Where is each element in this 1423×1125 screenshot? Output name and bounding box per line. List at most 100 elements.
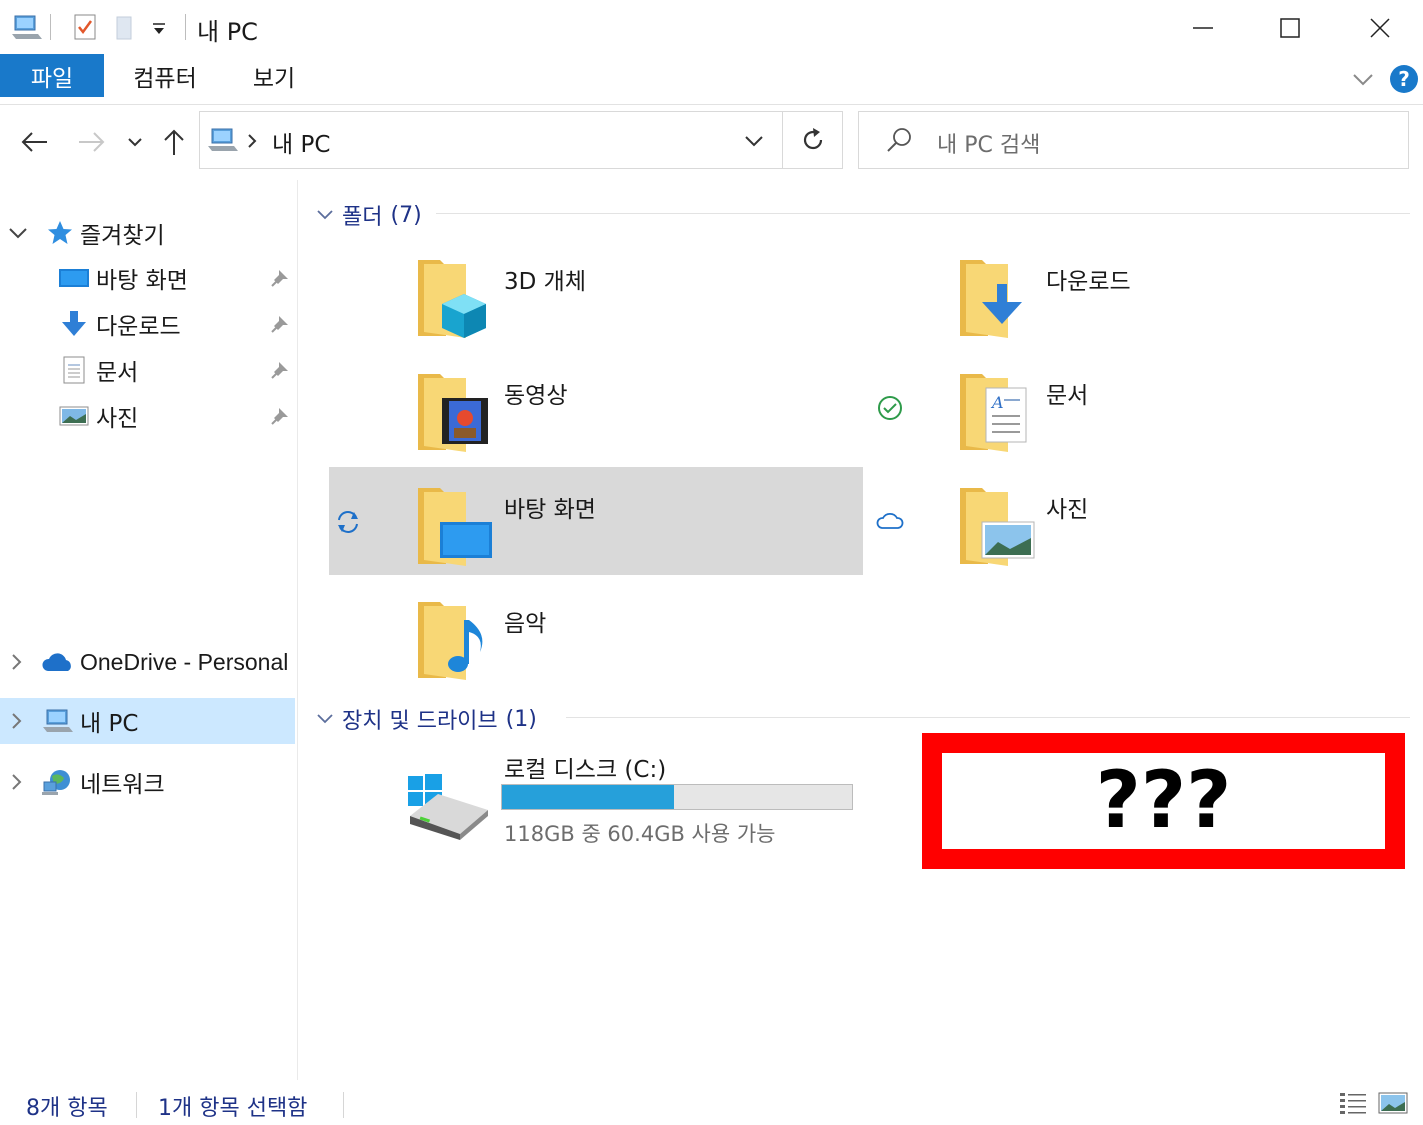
chevron-right-icon[interactable] — [10, 653, 24, 671]
title-bar: 내 PC — [0, 0, 1423, 54]
chevron-down-icon — [317, 210, 333, 220]
back-arrow-icon — [21, 132, 47, 152]
customize-qat-icon[interactable] — [150, 20, 168, 38]
group-header-folders[interactable]: 폴더 (7) — [316, 199, 422, 231]
maximize-icon — [1280, 18, 1300, 38]
pictures-icon — [59, 406, 89, 426]
unknown-placeholder-text: ??? — [942, 753, 1385, 849]
chevron-down-icon[interactable] — [744, 134, 764, 148]
group-divider — [566, 717, 1410, 718]
nav-item-pictures[interactable]: 사진 — [58, 394, 292, 438]
drive-free-text: 118GB 중 60.4GB 사용 가능 — [504, 822, 776, 846]
group-header-drives[interactable]: 장치 및 드라이브 (1) — [316, 703, 537, 735]
breadcrumb[interactable]: 내 PC — [272, 125, 330, 159]
details-view-icon[interactable] — [1338, 1090, 1368, 1116]
address-bar[interactable]: 내 PC — [199, 111, 783, 169]
nav-item-documents[interactable]: 문서 — [58, 348, 292, 392]
status-separator — [343, 1092, 344, 1118]
search-placeholder: 내 PC 검색 — [937, 133, 1041, 158]
chevron-down-icon — [128, 138, 142, 147]
up-button[interactable] — [154, 120, 194, 164]
pin-icon[interactable] — [270, 268, 290, 288]
recent-locations-button[interactable] — [118, 120, 152, 164]
up-arrow-icon — [164, 129, 184, 155]
help-icon[interactable]: ? — [1389, 64, 1419, 94]
videos-folder-icon — [418, 374, 488, 452]
pane-divider[interactable] — [297, 180, 298, 1080]
folder-tile-label: 바탕 화면 — [504, 497, 596, 523]
download-icon — [62, 311, 86, 336]
drive-usage-fill — [502, 785, 674, 809]
group-header-label: 장치 및 드라이브 — [342, 709, 498, 734]
nav-item-label: 문서 — [96, 360, 139, 386]
search-box[interactable]: 내 PC 검색 — [858, 111, 1409, 169]
network-icon — [42, 770, 70, 795]
nav-network-label: 네트워크 — [80, 772, 165, 798]
chevron-right-icon[interactable] — [10, 712, 24, 730]
folder-tile-pictures[interactable]: 사진 — [952, 478, 1402, 574]
folder-tile-videos[interactable]: 동영상 — [410, 364, 902, 460]
unknown-placeholder-box: ??? — [922, 733, 1405, 869]
pin-icon[interactable] — [270, 360, 290, 380]
tab-view[interactable]: 보기 — [236, 54, 312, 97]
svg-text:A: A — [990, 393, 1004, 412]
maximize-button[interactable] — [1260, 8, 1320, 48]
close-button[interactable] — [1350, 8, 1410, 48]
desktop-icon — [59, 269, 89, 287]
document-icon — [63, 356, 85, 384]
nav-network[interactable]: 네트워크 — [10, 760, 295, 804]
new-folder-icon[interactable] — [110, 12, 140, 42]
forward-button[interactable] — [72, 120, 112, 164]
tab-computer[interactable]: 컴퓨터 — [120, 54, 210, 97]
minimize-button[interactable] — [1173, 8, 1233, 48]
chevron-right-icon[interactable] — [10, 773, 24, 791]
folder-tile-label: 동영상 — [504, 383, 568, 409]
nav-onedrive[interactable]: OneDrive - Personal — [10, 640, 295, 684]
svg-text:?: ? — [1398, 67, 1410, 91]
tab-file[interactable]: 파일 — [0, 54, 104, 97]
music-folder-icon — [418, 602, 483, 680]
refresh-icon — [803, 128, 822, 150]
chevron-down-icon[interactable] — [8, 226, 28, 240]
chevron-down-icon — [317, 714, 333, 724]
nav-item-desktop[interactable]: 바탕 화면 — [58, 256, 292, 300]
expand-ribbon-icon[interactable] — [1351, 70, 1375, 88]
folder-tile-label: 3D 개체 — [504, 269, 586, 295]
folder-tile-music[interactable]: 음악 — [410, 592, 860, 688]
group-header-label: 폴더 — [342, 205, 383, 230]
nav-quick-access[interactable]: 즐겨찾기 — [8, 211, 288, 255]
drive-tile-c[interactable]: 로컬 디스크 (C:) 118GB 중 60.4GB 사용 가능 — [400, 744, 860, 854]
properties-icon[interactable] — [70, 12, 100, 42]
this-pc-icon — [43, 709, 73, 732]
pictures-folder-icon — [960, 488, 1035, 566]
documents-folder-icon: A — [960, 374, 1027, 452]
refresh-button[interactable] — [783, 111, 843, 169]
folder-tile-label: 음악 — [504, 611, 547, 637]
this-pc-icon[interactable] — [12, 12, 42, 42]
folder-tile-desktop[interactable]: 바탕 화면 — [338, 478, 904, 574]
nav-item-downloads[interactable]: 다운로드 — [58, 302, 292, 346]
folder-tile-3d-objects[interactable]: 3D 개체 — [410, 250, 860, 346]
folder-tile-label: 문서 — [1046, 383, 1089, 409]
folder-tile-label: 사진 — [1046, 497, 1089, 523]
star-icon — [48, 221, 72, 244]
qat-separator — [50, 14, 51, 40]
large-icons-view-icon[interactable] — [1378, 1090, 1408, 1116]
pin-icon[interactable] — [270, 406, 290, 426]
chevron-right-icon[interactable] — [246, 133, 258, 149]
back-button[interactable] — [14, 120, 54, 164]
status-item-count: 8개 항목 — [26, 1096, 108, 1121]
sync-pending-icon — [338, 511, 358, 533]
pin-icon[interactable] — [270, 314, 290, 334]
downloads-folder-icon — [960, 260, 1022, 338]
status-separator — [136, 1092, 137, 1118]
close-icon — [1370, 18, 1390, 38]
cloud-only-icon — [876, 512, 904, 529]
folder-tile-documents[interactable]: A 문서 — [952, 364, 1402, 460]
group-divider — [436, 213, 1410, 214]
nav-this-pc[interactable]: 내 PC — [10, 699, 295, 743]
qat-separator — [185, 14, 186, 40]
folder-tile-downloads[interactable]: 다운로드 — [952, 250, 1402, 346]
ribbon: 파일 컴퓨터 보기 ? — [0, 54, 1423, 105]
group-header-count: (1) — [505, 706, 537, 732]
